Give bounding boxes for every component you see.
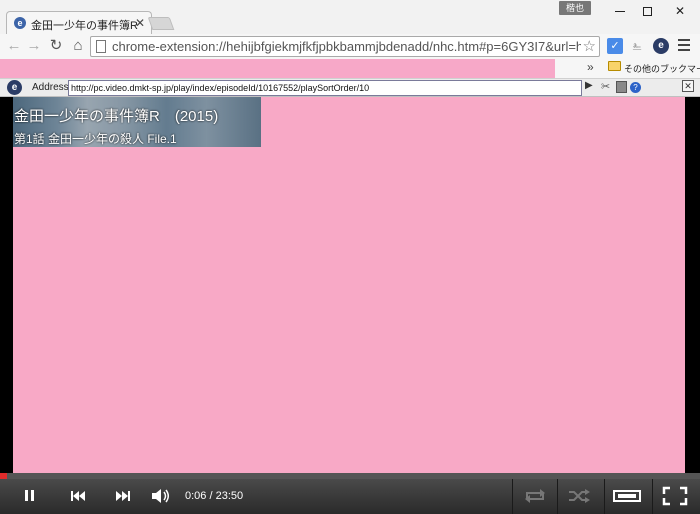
bookmarks-overflow-button[interactable]: » (587, 60, 594, 74)
right-controls (512, 479, 700, 514)
pause-button[interactable] (18, 485, 44, 507)
ie-logo-icon: e (7, 80, 22, 95)
volume-icon[interactable] (148, 485, 174, 507)
address-label: Address: (32, 82, 72, 93)
player-controls: 0:06 / 23:50 (0, 479, 700, 514)
back-arrow-icon[interactable]: ← (4, 36, 24, 56)
settings-grid-icon[interactable] (616, 81, 627, 93)
address-text[interactable]: chrome-extension://hehijbfgiekmjfkfjpbkb… (112, 38, 581, 56)
video-area[interactable]: 金田一少年の事件簿R (2015) 第1話 金田一少年の殺人 File.1 (13, 97, 685, 473)
fullscreen-icon[interactable] (660, 485, 690, 507)
previous-icon[interactable] (65, 485, 91, 507)
address-bar[interactable]: chrome-extension://hehijbfgiekmjfkfjpbkb… (90, 36, 600, 57)
ie-tab-extension-icon[interactable]: e (653, 38, 669, 54)
video-player: 金田一少年の事件簿R (2015) 第1話 金田一少年の殺人 File.1 0:… (0, 97, 700, 514)
extension-download-icon[interactable]: ⎁ (629, 38, 645, 54)
reload-icon[interactable]: ↻ (46, 36, 66, 56)
close-icon[interactable]: ✕ (682, 80, 694, 92)
extension-check-icon[interactable]: ✓ (607, 38, 623, 54)
series-title: 金田一少年の事件簿R (2015) (14, 108, 219, 125)
ie-address-input[interactable]: http://pc.video.dmkt-sp.jp/play/index/ep… (68, 80, 582, 96)
ie-tab-bar: e Address: http://pc.video.dmkt-sp.jp/pl… (0, 78, 700, 97)
next-icon[interactable] (110, 485, 136, 507)
page-icon (96, 40, 106, 53)
help-icon[interactable]: ? (630, 82, 641, 93)
forward-arrow-icon[interactable]: → (24, 36, 44, 56)
profile-badge[interactable]: 楷也 (559, 1, 591, 15)
tab-title: 金田一少年の事件簿R (31, 20, 138, 32)
episode-title: 第1話 金田一少年の殺人 File.1 (14, 132, 177, 146)
ie-tab-favicon-icon: e (14, 17, 26, 29)
time-display: 0:06 / 23:50 (185, 490, 244, 502)
repeat-icon[interactable] (520, 485, 550, 507)
browser-tab[interactable]: e 金田一少年の事件簿R ✕ (6, 11, 152, 34)
bookmarks-bar-overlay (0, 59, 555, 78)
bookmark-star-icon[interactable]: ☆ (583, 37, 596, 56)
home-icon[interactable]: ⌂ (68, 36, 88, 56)
maximize-icon (642, 7, 652, 17)
folder-icon (608, 61, 621, 71)
shuffle-icon[interactable] (564, 485, 594, 507)
other-bookmarks-button[interactable]: その他のブックマーク (624, 62, 700, 75)
bookmarks-bar: » その他のブックマーク (0, 59, 700, 78)
chrome-menu-icon[interactable] (678, 39, 690, 53)
tab-close-icon[interactable]: ✕ (135, 16, 145, 30)
browser-toolbar: ← → ↻ ⌂ chrome-extension://hehijbfgiekmj… (0, 34, 700, 59)
tools-icon[interactable]: ✂ (601, 80, 610, 93)
go-arrow-icon[interactable]: ▶ (585, 80, 593, 91)
close-window-button[interactable]: ✕ (660, 0, 700, 22)
minimize-icon (615, 11, 625, 13)
tab-strip: e 金田一少年の事件簿R ✕ 楷也 ✕ (0, 0, 700, 34)
theater-mode-icon[interactable] (612, 485, 642, 507)
new-tab-button[interactable] (147, 17, 175, 30)
